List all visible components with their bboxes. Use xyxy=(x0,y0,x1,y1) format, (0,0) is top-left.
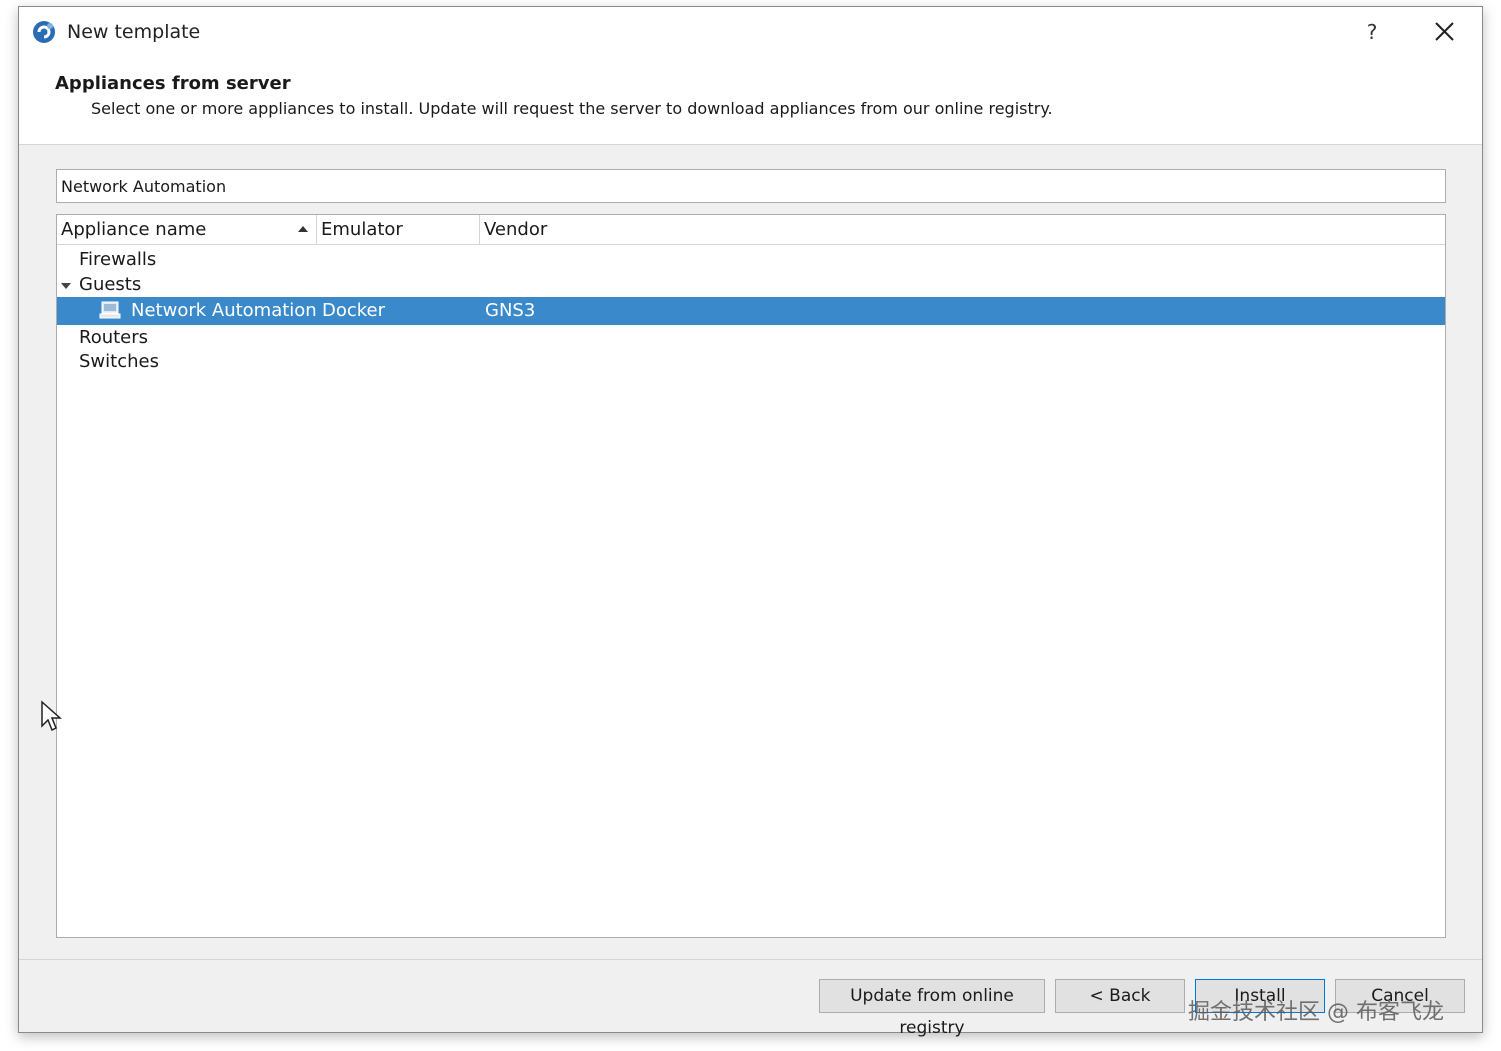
computer-icon xyxy=(99,301,121,319)
column-vendor[interactable]: Vendor xyxy=(480,215,1445,245)
tree-category-firewalls[interactable]: Firewalls xyxy=(57,247,1445,273)
close-button[interactable] xyxy=(1427,17,1461,47)
column-label: Appliance name xyxy=(61,219,207,240)
tree-category-routers[interactable]: Routers xyxy=(57,325,1445,351)
wizard-header: Appliances from server Select one or mor… xyxy=(19,59,1482,145)
page-title: Appliances from server xyxy=(55,73,291,94)
category-label: Guests xyxy=(79,274,142,295)
watermark: 掘金技术社区 @ 布客飞龙 xyxy=(1188,1000,1444,1025)
tree-header: Appliance name Emulator Vendor xyxy=(57,215,1445,245)
gns3-app-icon xyxy=(33,21,55,43)
tree-category-switches[interactable]: Switches xyxy=(57,349,1445,375)
column-label: Vendor xyxy=(484,219,548,240)
back-button[interactable]: < Back xyxy=(1055,979,1185,1013)
column-emulator[interactable]: Emulator xyxy=(317,215,480,245)
tree-category-guests[interactable]: Guests xyxy=(57,272,1445,298)
category-label: Routers xyxy=(79,327,149,348)
appliance-name: Network Automation xyxy=(131,300,317,321)
column-label: Emulator xyxy=(321,219,403,240)
title-bar: New template ? xyxy=(19,7,1482,59)
sort-ascending-icon xyxy=(298,226,308,232)
category-label: Switches xyxy=(79,351,159,372)
window-title: New template xyxy=(67,21,201,43)
help-button[interactable]: ? xyxy=(1357,17,1387,47)
column-appliance-name[interactable]: Appliance name xyxy=(57,215,317,245)
mouse-pointer-icon xyxy=(41,700,62,732)
close-icon xyxy=(1435,22,1454,41)
category-label: Firewalls xyxy=(79,249,157,270)
expand-arrow-icon[interactable] xyxy=(61,283,71,289)
page-subtitle: Select one or more appliances to install… xyxy=(91,99,1053,118)
new-template-dialog: New template ? Appliances from server Se… xyxy=(18,6,1483,1038)
appliance-tree[interactable]: Appliance name Emulator Vendor Firewalls… xyxy=(56,214,1446,938)
appliance-vendor: GNS3 xyxy=(485,300,536,321)
update-registry-button[interactable]: Update from online registry xyxy=(819,979,1045,1038)
appliance-emulator: Docker xyxy=(322,300,386,321)
footer-divider xyxy=(19,959,1482,960)
filter-input[interactable] xyxy=(56,169,1446,203)
tree-item-network-automation[interactable]: Network Automation Docker GNS3 xyxy=(57,297,1445,325)
